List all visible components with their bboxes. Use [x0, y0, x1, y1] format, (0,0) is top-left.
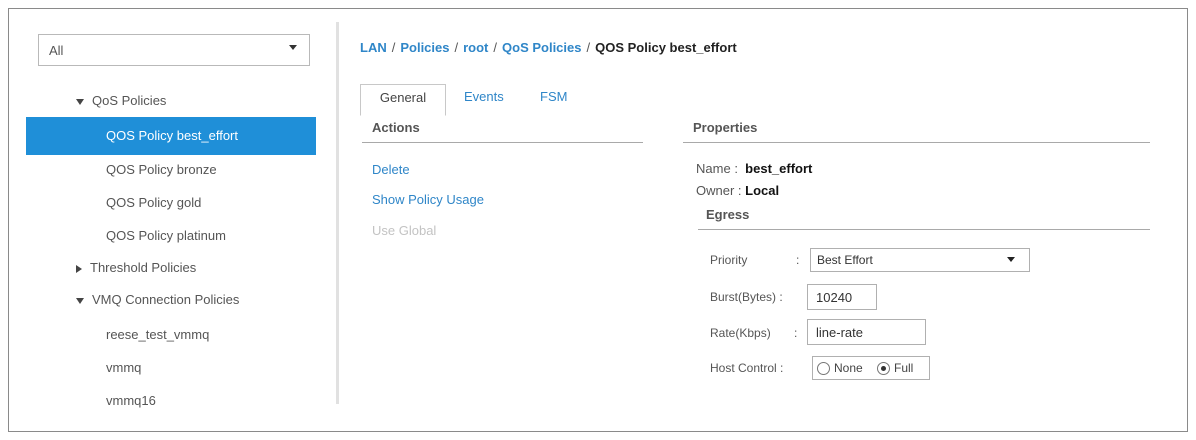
- breadcrumb: LAN / Policies / root / QoS Policies / QOS Polic…: [360, 40, 737, 55]
- panel-splitter[interactable]: [336, 22, 339, 404]
- priority-dropdown-value: Best Effort: [817, 253, 873, 267]
- name-value: best_effort: [745, 161, 813, 176]
- tree-item-label: QoS Policies: [92, 93, 167, 108]
- breadcrumb-separator: /: [391, 40, 396, 55]
- rate-label-row: Rate(Kbps) :: [710, 326, 797, 340]
- host-control-label: Host Control :: [710, 361, 784, 375]
- breadcrumb-separator: /: [493, 40, 498, 55]
- host-control-radio-group: None Full: [812, 356, 930, 380]
- rate-separator: :: [794, 326, 798, 340]
- host-control-none-label[interactable]: None: [834, 361, 863, 375]
- tree-item-label: vmmq: [106, 360, 142, 375]
- tree-item-label: vmmq16: [106, 393, 156, 408]
- tree-item-label: QOS Policy platinum: [106, 228, 226, 243]
- actions-divider: [362, 142, 643, 143]
- tree-item-label: QOS Policy best_effort: [106, 128, 238, 143]
- tree-item-label: QOS Policy gold: [106, 195, 202, 210]
- chevron-down-icon: [1007, 257, 1015, 262]
- host-control-none-radio[interactable]: [817, 362, 830, 375]
- burst-bytes-input[interactable]: [807, 284, 877, 310]
- tab-fsm[interactable]: FSM: [528, 84, 579, 116]
- tab-general[interactable]: General: [360, 84, 446, 116]
- tree-item-threshold-policies[interactable]: Threshold Policies: [20, 251, 318, 285]
- tree-item-vmmq[interactable]: vmmq: [20, 351, 318, 385]
- actions-title: Actions: [372, 120, 420, 135]
- tree-item-qos-policies[interactable]: QoS Policies: [20, 84, 318, 118]
- tree-item-vmmq16[interactable]: vmmq16: [20, 384, 318, 418]
- breadcrumb-current: QOS Policy best_effort: [595, 40, 737, 55]
- filter-dropdown[interactable]: All: [38, 34, 310, 66]
- name-separator: :: [734, 161, 738, 176]
- breadcrumb-item-lan[interactable]: LAN: [360, 40, 387, 55]
- tree-item-qos-policy-gold[interactable]: QOS Policy gold: [20, 186, 318, 220]
- breadcrumb-separator: /: [586, 40, 591, 55]
- priority-separator: :: [796, 253, 800, 267]
- tree-item-label: QOS Policy bronze: [106, 162, 217, 177]
- name-row: Name : best_effort: [696, 161, 812, 176]
- use-global-link: Use Global: [372, 223, 437, 238]
- tree-item-qos-policy-bronze[interactable]: QOS Policy bronze: [20, 153, 318, 187]
- tree-item-reese-test-vmmq[interactable]: reese_test_vmmq: [20, 318, 318, 352]
- tree-item-label: Threshold Policies: [90, 260, 197, 275]
- show-policy-usage-link[interactable]: Show Policy Usage: [372, 192, 484, 207]
- tree-item-label: reese_test_vmmq: [106, 327, 210, 342]
- host-control-full-label[interactable]: Full: [894, 361, 913, 375]
- properties-title: Properties: [693, 120, 758, 135]
- breadcrumb-separator: /: [454, 40, 459, 55]
- tree-item-vmq-connection-policies[interactable]: VMQ Connection Policies: [20, 283, 318, 317]
- tree-item-qos-policy-platinum[interactable]: QOS Policy platinum: [20, 219, 318, 253]
- egress-title: Egress: [706, 207, 750, 222]
- host-control-full-radio[interactable]: [877, 362, 890, 375]
- tab-events[interactable]: Events: [452, 84, 516, 116]
- expand-triangle-icon[interactable]: [76, 297, 84, 304]
- tree-item-label: VMQ Connection Policies: [92, 292, 240, 307]
- rate-label: Rate(Kbps): [710, 326, 771, 340]
- egress-divider: [698, 229, 1150, 230]
- priority-label-row: Priority :: [710, 253, 799, 267]
- owner-label: Owner :: [696, 183, 742, 198]
- name-label: Name: [696, 161, 731, 176]
- expand-triangle-icon[interactable]: [76, 98, 84, 105]
- navigation-panel: All QoS Policies QOS Policy best_effort …: [20, 22, 318, 420]
- breadcrumb-item-policies[interactable]: Policies: [400, 40, 449, 55]
- properties-divider: [683, 142, 1150, 143]
- priority-dropdown[interactable]: Best Effort: [810, 248, 1030, 272]
- owner-row: Owner : Local: [696, 183, 779, 198]
- chevron-down-icon: [289, 45, 297, 50]
- breadcrumb-item-root[interactable]: root: [463, 40, 488, 55]
- priority-label: Priority: [710, 253, 748, 267]
- delete-link[interactable]: Delete: [372, 162, 410, 177]
- tree-item-qos-policy-best-effort[interactable]: QOS Policy best_effort: [26, 117, 316, 155]
- collapse-triangle-icon[interactable]: [76, 264, 82, 273]
- rate-kbps-input[interactable]: [807, 319, 926, 345]
- breadcrumb-item-qos-policies[interactable]: QoS Policies: [502, 40, 581, 55]
- filter-dropdown-value: All: [49, 43, 64, 58]
- burst-label: Burst(Bytes) :: [710, 290, 783, 304]
- owner-value: Local: [745, 183, 780, 198]
